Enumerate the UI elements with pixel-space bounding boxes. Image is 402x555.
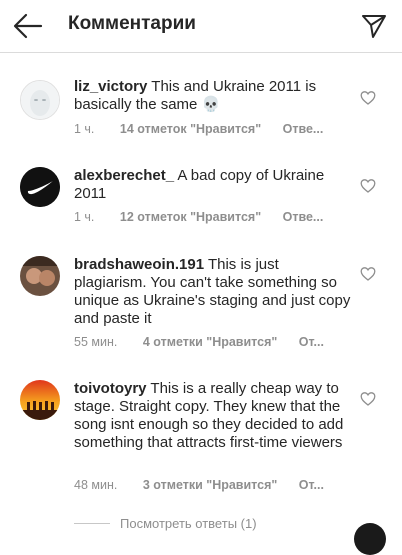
avatar[interactable]: [20, 380, 60, 420]
comment-time: 55 мин.: [74, 335, 118, 349]
comment-username[interactable]: bradshaweoin.191: [74, 256, 204, 273]
avatar[interactable]: [20, 256, 60, 296]
share-button[interactable]: [360, 12, 388, 40]
likes-count[interactable]: 12 отметок "Нравится": [120, 210, 261, 224]
likes-count[interactable]: 4 отметки "Нравится": [143, 335, 277, 349]
divider: [74, 523, 110, 525]
reply-button[interactable]: Отве...: [283, 122, 324, 136]
page-title: Комментарии: [68, 13, 196, 34]
comment-username[interactable]: liz_victory: [74, 78, 147, 95]
view-replies-label: Посмотреть ответы (1): [120, 516, 257, 532]
comment-text: liz_victory This and Ukraine 2011 is bas…: [74, 78, 354, 114]
like-button[interactable]: [360, 178, 376, 194]
comment-username[interactable]: alexberechet_: [74, 167, 174, 184]
like-button[interactable]: [360, 266, 376, 282]
comment-text: toivotoyry This is a really cheap way to…: [74, 380, 354, 452]
comment-time: 1 ч.: [74, 210, 95, 224]
comment-meta: 55 мин. 4 отметки "Нравится" От...: [74, 335, 324, 349]
comment-meta: 1 ч. 12 отметок "Нравится" Отве...: [74, 210, 323, 224]
comment-meta: 1 ч. 14 отметок "Нравится" Отве...: [74, 122, 323, 136]
heart-outline-icon: [360, 91, 376, 105]
avatar[interactable]: [354, 523, 386, 555]
back-button[interactable]: [12, 12, 44, 40]
comment-time: 1 ч.: [74, 122, 95, 136]
comment-text: alexberechet_ A bad copy of Ukraine 2011: [74, 167, 354, 203]
like-button[interactable]: [360, 90, 376, 106]
view-replies-link[interactable]: Посмотреть ответы (1): [74, 515, 257, 531]
avatar[interactable]: [20, 80, 60, 120]
header-bar: Комментарии: [0, 0, 402, 53]
heart-outline-icon: [360, 392, 376, 406]
heart-outline-icon: [360, 179, 376, 193]
comment-text: bradshaweoin.191 This is just plagiarism…: [74, 256, 354, 328]
like-button[interactable]: [360, 391, 376, 407]
comment-meta: 48 мин. 3 отметки "Нравится" От...: [74, 478, 324, 492]
likes-count[interactable]: 14 отметок "Нравится": [120, 122, 261, 136]
heart-outline-icon: [360, 267, 376, 281]
avatar[interactable]: [20, 167, 60, 207]
arrow-left-icon: [13, 13, 43, 39]
reply-button[interactable]: Отве...: [283, 210, 324, 224]
paper-plane-icon: [362, 15, 386, 38]
comment-time: 48 мин.: [74, 478, 118, 492]
reply-button[interactable]: От...: [299, 478, 324, 492]
likes-count[interactable]: 3 отметки "Нравится": [143, 478, 277, 492]
comment-username[interactable]: toivotoyry: [74, 380, 147, 397]
reply-button[interactable]: От...: [299, 335, 324, 349]
